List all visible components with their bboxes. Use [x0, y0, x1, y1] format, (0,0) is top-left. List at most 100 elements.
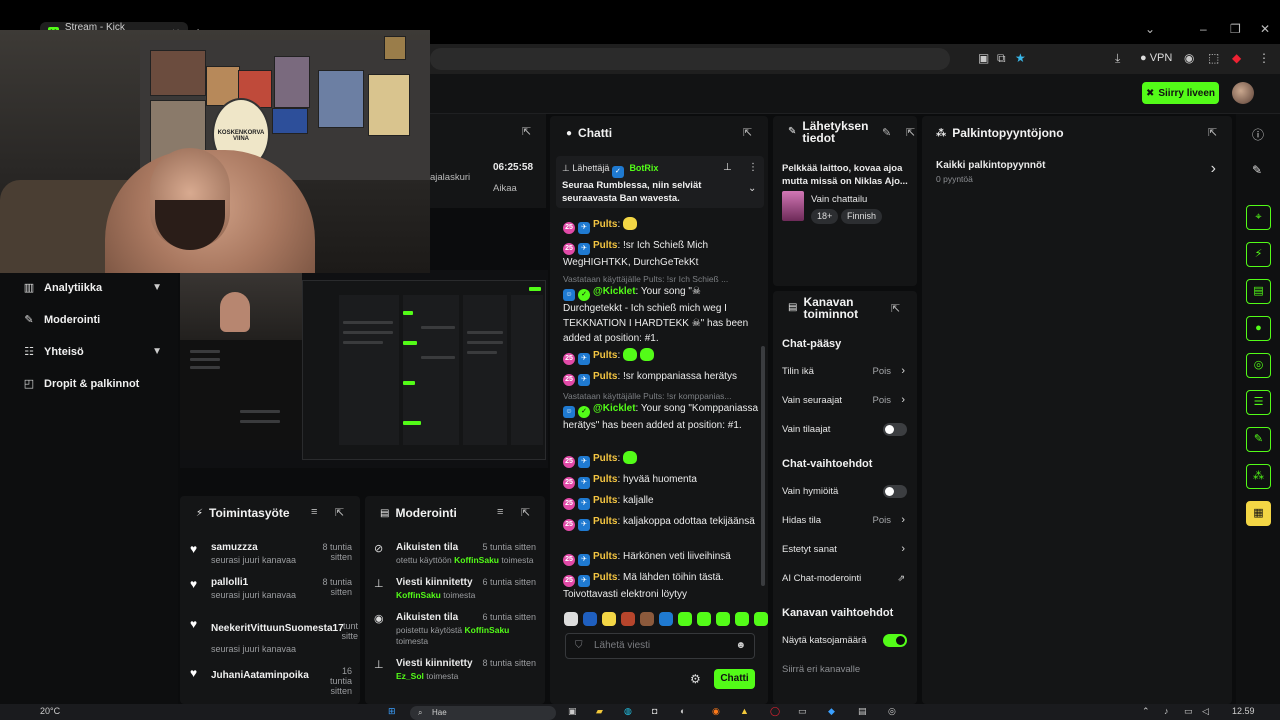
- send-chat-button[interactable]: Chatti: [714, 669, 755, 689]
- download-icon[interactable]: ⤓: [1115, 51, 1120, 66]
- chat-bubble-icon[interactable]: ●: [1246, 316, 1271, 341]
- address-bar[interactable]: [430, 48, 950, 70]
- popout-icon[interactable]: ⇱: [521, 506, 530, 519]
- steam-icon[interactable]: ◐: [680, 706, 685, 716]
- screenshot-icon[interactable]: ⧉: [997, 51, 1006, 66]
- account-icon[interactable]: ◉: [1184, 51, 1194, 65]
- unpin-icon[interactable]: ⊥: [723, 162, 732, 173]
- setting-subscribers-only: Vain tilaajat: [782, 423, 907, 436]
- file-explorer-icon[interactable]: ▰: [596, 706, 603, 717]
- edit-icon[interactable]: ✎: [882, 126, 891, 139]
- popout-icon[interactable]: ⇱: [522, 125, 531, 138]
- popout-icon[interactable]: ⇱: [906, 126, 915, 139]
- emote-icon[interactable]: [716, 612, 730, 626]
- setting-account-age[interactable]: Tilin ikä Pois ›: [782, 365, 907, 377]
- clapper-icon[interactable]: ▦: [1246, 501, 1271, 526]
- chat-scrollbar[interactable]: [761, 346, 765, 586]
- volume-icon[interactable]: ◁: [1202, 706, 1209, 717]
- rewards-icon[interactable]: ⁂: [1246, 464, 1271, 489]
- emote-icon[interactable]: [564, 612, 578, 626]
- expand-icon[interactable]: ⌄: [748, 183, 756, 194]
- setting-followers-only[interactable]: Vain seuraajat Pois ›: [782, 394, 907, 406]
- tab-list-icon[interactable]: ⌄: [1145, 22, 1155, 36]
- taskbar-search[interactable]: ⌕ Hae: [410, 706, 556, 720]
- edit-layout-icon[interactable]: ✎: [1252, 163, 1262, 177]
- user-avatar[interactable]: [1232, 82, 1254, 104]
- viewer-count-toggle[interactable]: [883, 634, 907, 647]
- store-icon[interactable]: ◘: [652, 706, 657, 716]
- app-icon[interactable]: ▤: [858, 706, 867, 717]
- bookmark-star-icon[interactable]: ★: [1015, 51, 1026, 65]
- close-window-icon[interactable]: ✕: [1260, 22, 1270, 36]
- sidebar-item-moderation[interactable]: ✎ Moderointi: [22, 313, 162, 327]
- lightning-icon[interactable]: ⚡: [1246, 242, 1271, 267]
- feed-username[interactable]: NeekeritVittuunSuomesta17: [211, 623, 344, 634]
- subscribers-only-toggle[interactable]: [883, 423, 907, 436]
- emote-icon[interactable]: [735, 612, 749, 626]
- emote-icon[interactable]: [697, 612, 711, 626]
- firefox-icon[interactable]: ◉: [712, 706, 720, 717]
- clock[interactable]: 12.59: [1232, 706, 1255, 716]
- popout-icon[interactable]: ⇱: [335, 506, 344, 519]
- stream-preview-video[interactable]: [180, 270, 548, 468]
- clip-icon[interactable]: ⌖: [1246, 205, 1271, 230]
- sidebar-item-community[interactable]: ☷ Yhteisö ▼: [22, 345, 162, 359]
- emote-icon[interactable]: [621, 612, 635, 626]
- app-icon[interactable]: ◆: [828, 706, 835, 717]
- sidebar-item-drops[interactable]: ◰ Dropit & palkinnot: [22, 377, 162, 391]
- emote-icon[interactable]: [583, 612, 597, 626]
- emote-icon[interactable]: [640, 612, 654, 626]
- emote-icon[interactable]: [602, 612, 616, 626]
- info-icon[interactable]: ⓘ: [1252, 126, 1264, 143]
- chat-settings-gear-icon[interactable]: ⚙: [690, 672, 701, 686]
- popout-icon[interactable]: ⇱: [891, 302, 900, 315]
- broadcast-icon[interactable]: ◎: [1246, 353, 1271, 378]
- emotes-only-toggle[interactable]: [883, 485, 907, 498]
- pinned-message[interactable]: ⊥ Lähettäjä ✓ BotRix ⊥ ⋮ Seuraa Rumbless…: [556, 156, 764, 208]
- emote-icon[interactable]: [678, 612, 692, 626]
- document-icon[interactable]: ▤: [1246, 279, 1271, 304]
- feed-username[interactable]: samuzzza: [211, 542, 258, 553]
- filter-icon[interactable]: ≡: [311, 506, 317, 518]
- task-view-icon[interactable]: ▣: [568, 706, 577, 717]
- category-name[interactable]: Vain chattailu: [811, 194, 867, 205]
- maximize-icon[interactable]: ❐: [1230, 22, 1241, 36]
- windows-start-icon[interactable]: ⊞: [388, 706, 396, 717]
- network-icon[interactable]: ▭: [1184, 706, 1193, 717]
- category-thumbnail[interactable]: [782, 191, 804, 221]
- setting-ai-moderation[interactable]: AI Chat-moderointi ⇗: [782, 573, 907, 584]
- edge-icon[interactable]: ◍: [624, 706, 632, 717]
- all-rewards-row[interactable]: Kaikki palkintopyynnöt 0 pyyntöä ›: [936, 158, 1222, 186]
- shield-icon[interactable]: ◆: [1232, 51, 1241, 65]
- terminal-icon[interactable]: ▭: [798, 706, 807, 717]
- sidebar-item-analytics[interactable]: ▥ Analytiikka ▼: [22, 281, 162, 295]
- setting-banned-words[interactable]: Estetyt sanat ›: [782, 543, 907, 555]
- feed-time: tunt sitte: [341, 621, 358, 641]
- weather-widget[interactable]: 20°C: [40, 706, 60, 716]
- menu-icon[interactable]: ⋮: [1258, 51, 1270, 65]
- tray-chevron-icon[interactable]: ⌃: [1142, 706, 1150, 717]
- more-options-icon[interactable]: ⋮: [748, 162, 758, 173]
- go-live-button[interactable]: ✖ Siirry liveen: [1142, 82, 1219, 104]
- feed-username[interactable]: JuhaniAataminpoika: [211, 670, 309, 681]
- minimize-icon[interactable]: –: [1200, 22, 1207, 36]
- emote-icon[interactable]: [754, 612, 768, 626]
- vpn-badge[interactable]: ● VPN: [1140, 52, 1172, 64]
- opera-icon[interactable]: ◯: [770, 706, 780, 717]
- obs-icon[interactable]: ◎: [888, 706, 896, 717]
- emoji-icon[interactable]: ☻: [735, 634, 746, 658]
- vlc-icon[interactable]: ▲: [740, 706, 749, 716]
- wrench-icon[interactable]: ✎: [1246, 427, 1271, 452]
- layout-icon[interactable]: ☰: [1246, 390, 1271, 415]
- setting-slow-mode[interactable]: Hidas tila Pois ›: [782, 514, 907, 526]
- filter-icon[interactable]: ≡: [497, 506, 503, 518]
- extensions-icon[interactable]: ⬚: [1208, 51, 1219, 65]
- popout-icon[interactable]: ⇱: [743, 126, 752, 139]
- emote-icon[interactable]: [659, 612, 673, 626]
- feed-username[interactable]: pallolli1: [211, 577, 248, 588]
- popout-icon[interactable]: ⇱: [1208, 126, 1217, 139]
- setting-host-channel[interactable]: Siirrä eri kanavalle: [782, 664, 907, 675]
- mic-icon[interactable]: ♪: [1164, 706, 1169, 716]
- chat-message-input[interactable]: ⛉ Lähetä viesti ☻: [565, 633, 755, 659]
- picture-in-picture-icon[interactable]: ▣: [978, 51, 989, 65]
